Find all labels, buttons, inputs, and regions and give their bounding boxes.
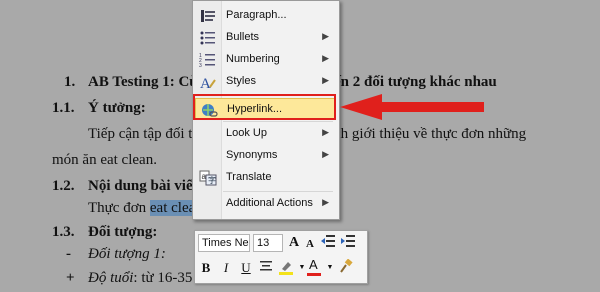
- selected-text-line: Thực đơn eat clean: [88, 200, 203, 216]
- pointer-arrow-icon: [340, 94, 484, 120]
- submenu-arrow-icon: ▶: [322, 127, 329, 137]
- translate-icon: a字: [199, 170, 217, 186]
- bold-button[interactable]: B: [198, 259, 214, 277]
- menu-item-look-up[interactable]: Look Up ▶: [195, 123, 335, 145]
- styles-icon: A: [199, 74, 217, 92]
- submenu-arrow-icon: ▶: [322, 31, 329, 41]
- highlight-color-button[interactable]: [278, 259, 294, 277]
- menu-separator: [223, 121, 333, 122]
- paragraph-icon: [199, 8, 217, 24]
- dropdown-arrow-icon[interactable]: ▼: [322, 261, 338, 279]
- paragraph-line-1: Tiếp cận tập đối tư ch giới thiệu về thự…: [88, 126, 527, 142]
- svg-text:3: 3: [199, 63, 202, 68]
- submenu-arrow-icon: ▶: [322, 53, 329, 63]
- menu-item-styles[interactable]: A Styles ▶: [195, 71, 335, 93]
- menu-item-translate[interactable]: a字 Translate: [195, 167, 335, 189]
- increase-indent-button[interactable]: [340, 234, 356, 252]
- shrink-font-button[interactable]: A: [302, 235, 318, 253]
- font-color-button[interactable]: A: [306, 257, 322, 277]
- submenu-arrow-icon: ▶: [322, 197, 329, 207]
- mini-toolbar: Times Ne 13 A A B I U ▼ A ▼: [194, 230, 368, 284]
- submenu-arrow-icon: ▶: [322, 75, 329, 85]
- menu-separator: [223, 191, 333, 192]
- format-painter-button[interactable]: [338, 258, 354, 277]
- decrease-indent-icon: [321, 235, 335, 247]
- numbering-icon: 123: [199, 52, 217, 69]
- format-painter-icon: [340, 258, 353, 273]
- grow-font-button[interactable]: A: [286, 234, 302, 252]
- decrease-indent-button[interactable]: [320, 234, 336, 252]
- menu-item-numbering[interactable]: 123 Numbering ▶: [195, 49, 335, 71]
- menu-item-additional-actions[interactable]: Additional Actions ▶: [195, 193, 335, 215]
- menu-item-synonyms[interactable]: Synonyms ▶: [195, 145, 335, 167]
- font-color-swatch: [307, 273, 321, 276]
- font-size-combo[interactable]: 13: [253, 234, 283, 252]
- menu-item-paragraph[interactable]: Paragraph...: [195, 5, 335, 27]
- highlighter-icon: [279, 262, 293, 275]
- svg-text:A: A: [200, 76, 211, 90]
- center-align-button[interactable]: [258, 259, 274, 277]
- increase-indent-icon: [341, 235, 355, 247]
- underline-button[interactable]: U: [238, 259, 254, 277]
- svg-text:字: 字: [208, 175, 216, 185]
- highlight-box: [193, 94, 336, 120]
- font-name-combo[interactable]: Times Ne: [198, 234, 250, 252]
- menu-item-bullets[interactable]: Bullets ▶: [195, 27, 335, 49]
- submenu-arrow-icon: ▶: [322, 149, 329, 159]
- bullets-icon: [199, 30, 217, 46]
- italic-button[interactable]: I: [218, 259, 234, 277]
- align-center-icon: [260, 261, 272, 271]
- paragraph-line-2: món ăn eat clean.: [52, 152, 157, 168]
